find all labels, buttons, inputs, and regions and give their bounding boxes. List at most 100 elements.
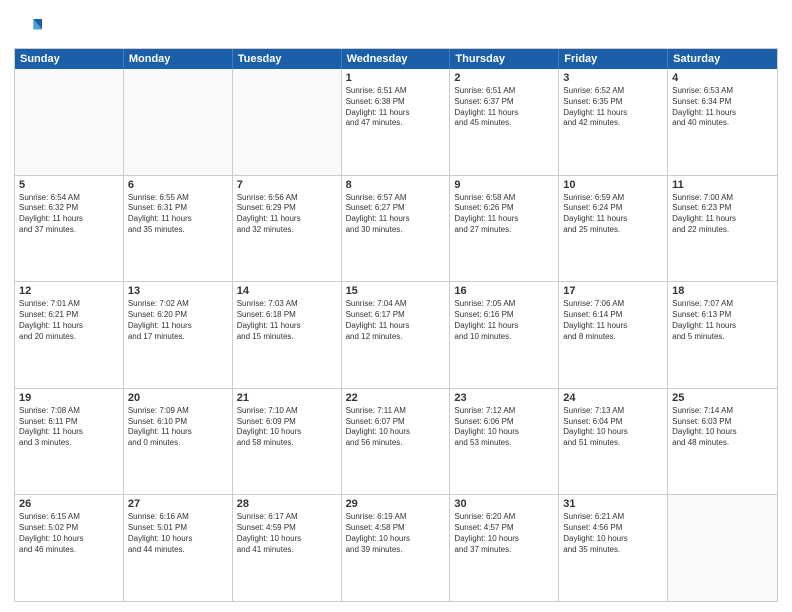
day-info: Sunrise: 6:20 AM Sunset: 4:57 PM Dayligh… — [454, 512, 554, 555]
day-info: Sunrise: 6:16 AM Sunset: 5:01 PM Dayligh… — [128, 512, 228, 555]
day-number: 9 — [454, 179, 554, 191]
day-number: 4 — [672, 72, 773, 84]
day-info: Sunrise: 6:58 AM Sunset: 6:26 PM Dayligh… — [454, 193, 554, 236]
day-info: Sunrise: 7:03 AM Sunset: 6:18 PM Dayligh… — [237, 299, 337, 342]
calendar-cell: 28Sunrise: 6:17 AM Sunset: 4:59 PM Dayli… — [233, 495, 342, 601]
day-number: 14 — [237, 285, 337, 297]
calendar-body: 1 Sunrise: 6:51 AM Sunset: 6:38 PM Daylig… — [15, 69, 777, 601]
weekday-header: Sunday — [15, 49, 124, 69]
calendar-cell: 27 Sunrise: 6:16 AM Sunset: 5:01 PM Dayli… — [124, 495, 233, 601]
day-number: 12 — [19, 285, 119, 297]
calendar: SundayMondayTuesdayWednesdayThursdayFrid… — [14, 48, 778, 602]
day-info: Sunrise: 6:52 AM Sunset: 6:35 PM Dayligh… — [563, 86, 663, 129]
calendar-cell: 30 Sunrise: 6:20 AM Sunset: 4:57 PM Dayli… — [450, 495, 559, 601]
day-info: Sunrise: 7:14 AM Sunset: 6:03 PM Dayligh… — [672, 406, 773, 449]
day-number: 28 — [237, 498, 337, 510]
calendar-cell — [668, 495, 777, 601]
calendar-cell: 15 Sunrise: 7:04 AM Sunset: 6:17 PM Dayli… — [342, 282, 451, 388]
day-number: 11 — [672, 179, 773, 191]
day-number: 29 — [346, 498, 446, 510]
weekday-header: Saturday — [668, 49, 777, 69]
calendar-cell: 6 Sunrise: 6:55 AM Sunset: 6:31 PM Daylig… — [124, 176, 233, 282]
calendar-cell — [15, 69, 124, 175]
calendar-cell: 19Sunrise: 7:08 AM Sunset: 6:11 PM Dayli… — [15, 389, 124, 495]
day-info: Sunrise: 7:09 AM Sunset: 6:10 PM Dayligh… — [128, 406, 228, 449]
day-info: Sunrise: 6:57 AM Sunset: 6:27 PM Dayligh… — [346, 193, 446, 236]
calendar-cell: 13Sunrise: 7:02 AM Sunset: 6:20 PM Dayli… — [124, 282, 233, 388]
page: SundayMondayTuesdayWednesdayThursdayFrid… — [0, 0, 792, 612]
day-info: Sunrise: 7:04 AM Sunset: 6:17 PM Dayligh… — [346, 299, 446, 342]
calendar-cell: 8 Sunrise: 6:57 AM Sunset: 6:27 PM Daylig… — [342, 176, 451, 282]
calendar-row: 19Sunrise: 7:08 AM Sunset: 6:11 PM Dayli… — [15, 388, 777, 495]
day-info: Sunrise: 6:59 AM Sunset: 6:24 PM Dayligh… — [563, 193, 663, 236]
day-info: Sunrise: 6:53 AM Sunset: 6:34 PM Dayligh… — [672, 86, 773, 129]
day-info: Sunrise: 7:05 AM Sunset: 6:16 PM Dayligh… — [454, 299, 554, 342]
day-info: Sunrise: 7:08 AM Sunset: 6:11 PM Dayligh… — [19, 406, 119, 449]
calendar-cell: 23 Sunrise: 7:12 AM Sunset: 6:06 PM Dayli… — [450, 389, 559, 495]
day-info: Sunrise: 7:10 AM Sunset: 6:09 PM Dayligh… — [237, 406, 337, 449]
calendar-cell: 29 Sunrise: 6:19 AM Sunset: 4:58 PM Dayli… — [342, 495, 451, 601]
day-info: Sunrise: 6:56 AM Sunset: 6:29 PM Dayligh… — [237, 193, 337, 236]
day-number: 5 — [19, 179, 119, 191]
day-info: Sunrise: 7:00 AM Sunset: 6:23 PM Dayligh… — [672, 193, 773, 236]
calendar-cell — [124, 69, 233, 175]
calendar-cell: 9 Sunrise: 6:58 AM Sunset: 6:26 PM Daylig… — [450, 176, 559, 282]
day-info: Sunrise: 6:15 AM Sunset: 5:02 PM Dayligh… — [19, 512, 119, 555]
day-number: 26 — [19, 498, 119, 510]
day-number: 1 — [346, 72, 446, 84]
day-number: 18 — [672, 285, 773, 297]
day-number: 13 — [128, 285, 228, 297]
day-info: Sunrise: 7:13 AM Sunset: 6:04 PM Dayligh… — [563, 406, 663, 449]
calendar-cell: 31Sunrise: 6:21 AM Sunset: 4:56 PM Dayli… — [559, 495, 668, 601]
calendar-cell: 4 Sunrise: 6:53 AM Sunset: 6:34 PM Daylig… — [668, 69, 777, 175]
day-info: Sunrise: 7:06 AM Sunset: 6:14 PM Dayligh… — [563, 299, 663, 342]
day-info: Sunrise: 7:12 AM Sunset: 6:06 PM Dayligh… — [454, 406, 554, 449]
day-number: 6 — [128, 179, 228, 191]
calendar-cell: 22 Sunrise: 7:11 AM Sunset: 6:07 PM Dayli… — [342, 389, 451, 495]
calendar-row: 5 Sunrise: 6:54 AM Sunset: 6:32 PM Daylig… — [15, 175, 777, 282]
day-number: 21 — [237, 392, 337, 404]
day-info: Sunrise: 7:07 AM Sunset: 6:13 PM Dayligh… — [672, 299, 773, 342]
weekday-header: Friday — [559, 49, 668, 69]
calendar-row: 12 Sunrise: 7:01 AM Sunset: 6:21 PM Dayli… — [15, 281, 777, 388]
calendar-cell: 2Sunrise: 6:51 AM Sunset: 6:37 PM Daylig… — [450, 69, 559, 175]
day-number: 27 — [128, 498, 228, 510]
day-number: 8 — [346, 179, 446, 191]
calendar-cell: 10 Sunrise: 6:59 AM Sunset: 6:24 PM Dayli… — [559, 176, 668, 282]
weekday-header: Tuesday — [233, 49, 342, 69]
calendar-header: SundayMondayTuesdayWednesdayThursdayFrid… — [15, 49, 777, 69]
day-number: 7 — [237, 179, 337, 191]
day-number: 22 — [346, 392, 446, 404]
day-number: 31 — [563, 498, 663, 510]
day-number: 30 — [454, 498, 554, 510]
day-info: Sunrise: 6:19 AM Sunset: 4:58 PM Dayligh… — [346, 512, 446, 555]
weekday-header: Monday — [124, 49, 233, 69]
day-info: Sunrise: 7:01 AM Sunset: 6:21 PM Dayligh… — [19, 299, 119, 342]
calendar-cell: 21 Sunrise: 7:10 AM Sunset: 6:09 PM Dayli… — [233, 389, 342, 495]
day-info: Sunrise: 6:55 AM Sunset: 6:31 PM Dayligh… — [128, 193, 228, 236]
calendar-cell: 18 Sunrise: 7:07 AM Sunset: 6:13 PM Dayli… — [668, 282, 777, 388]
day-number: 10 — [563, 179, 663, 191]
calendar-cell: 7 Sunrise: 6:56 AM Sunset: 6:29 PM Daylig… — [233, 176, 342, 282]
day-number: 3 — [563, 72, 663, 84]
calendar-cell: 14 Sunrise: 7:03 AM Sunset: 6:18 PM Dayli… — [233, 282, 342, 388]
calendar-cell: 25Sunrise: 7:14 AM Sunset: 6:03 PM Dayli… — [668, 389, 777, 495]
calendar-row: 1 Sunrise: 6:51 AM Sunset: 6:38 PM Daylig… — [15, 69, 777, 175]
calendar-cell: 17 Sunrise: 7:06 AM Sunset: 6:14 PM Dayli… — [559, 282, 668, 388]
day-number: 23 — [454, 392, 554, 404]
day-info: Sunrise: 7:11 AM Sunset: 6:07 PM Dayligh… — [346, 406, 446, 449]
day-number: 15 — [346, 285, 446, 297]
logo — [14, 12, 46, 40]
calendar-cell: 12 Sunrise: 7:01 AM Sunset: 6:21 PM Dayli… — [15, 282, 124, 388]
day-info: Sunrise: 6:54 AM Sunset: 6:32 PM Dayligh… — [19, 193, 119, 236]
calendar-cell: 26 Sunrise: 6:15 AM Sunset: 5:02 PM Dayli… — [15, 495, 124, 601]
day-info: Sunrise: 6:51 AM Sunset: 6:38 PM Dayligh… — [346, 86, 446, 129]
calendar-cell: 5 Sunrise: 6:54 AM Sunset: 6:32 PM Daylig… — [15, 176, 124, 282]
day-info: Sunrise: 6:51 AM Sunset: 6:37 PM Dayligh… — [454, 86, 554, 129]
logo-icon — [14, 12, 42, 40]
calendar-cell: 3 Sunrise: 6:52 AM Sunset: 6:35 PM Daylig… — [559, 69, 668, 175]
calendar-cell — [233, 69, 342, 175]
day-number: 16 — [454, 285, 554, 297]
calendar-cell: 24Sunrise: 7:13 AM Sunset: 6:04 PM Dayli… — [559, 389, 668, 495]
day-number: 17 — [563, 285, 663, 297]
